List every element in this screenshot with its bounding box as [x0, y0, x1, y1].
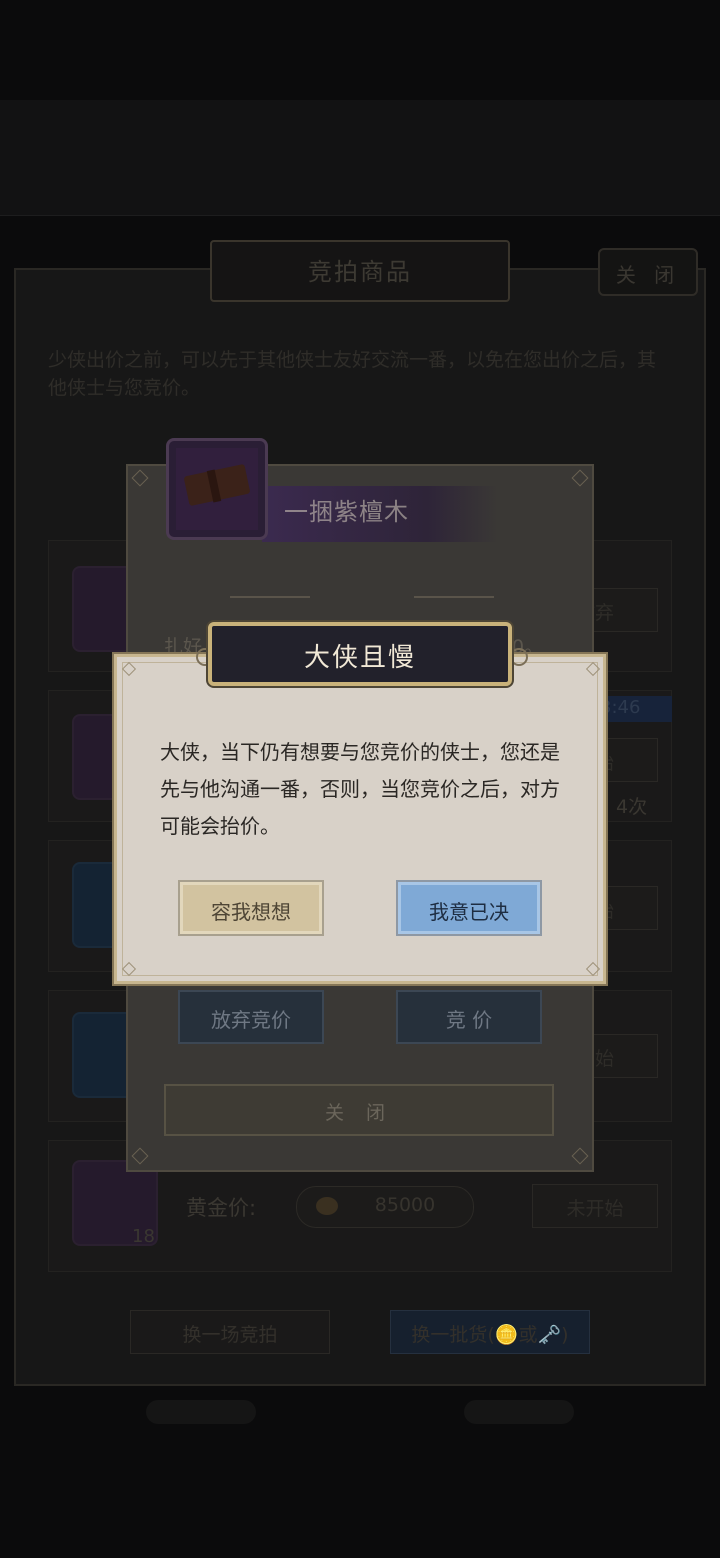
divider: [414, 596, 494, 598]
row-timer: 3:46: [600, 697, 641, 718]
panel-description: 少侠出价之前，可以先于其他侠士友好交流一番，以免在您出价之后，其他侠士与您竞价。: [48, 349, 657, 399]
alert-message: 大侠，当下仍有想要与您竞价的侠士，您还是先与他沟通一番，否则，当您竞价之后，对方…: [160, 740, 560, 838]
item-dialog-close-label: 关 闭: [324, 1102, 394, 1124]
give-up-bid-label: 放弃竞价: [211, 1008, 291, 1032]
top-bar: [0, 100, 720, 216]
alert-title: 大侠且慢: [303, 643, 416, 673]
panel-title: 竞拍商品: [308, 258, 412, 286]
confirm-decision-label: 我意已决: [429, 900, 509, 924]
row-action-label: 未开始: [566, 1198, 624, 1220]
item-quantity: 18: [132, 1226, 155, 1247]
row-count: 4次: [616, 796, 648, 818]
swap-auction-label: 换一场竞拍: [182, 1324, 278, 1346]
gold-coin-icon: [316, 1197, 338, 1215]
gold-price-value: 85000: [374, 1194, 436, 1216]
title-scroll-ornament: [510, 648, 528, 666]
item-name: 一捆紫檀木: [284, 498, 409, 526]
footer-tab: [146, 1400, 256, 1424]
bid-label: 竞 价: [445, 1008, 493, 1032]
divider: [230, 596, 310, 598]
swap-goods-label: 换一批货(🪙或🗝️): [411, 1324, 569, 1346]
panel-close-label: 关 闭: [615, 263, 681, 287]
gold-price-label: 黄金价:: [186, 1196, 257, 1220]
think-again-label: 容我想想: [211, 900, 291, 924]
footer-tab: [464, 1400, 574, 1424]
